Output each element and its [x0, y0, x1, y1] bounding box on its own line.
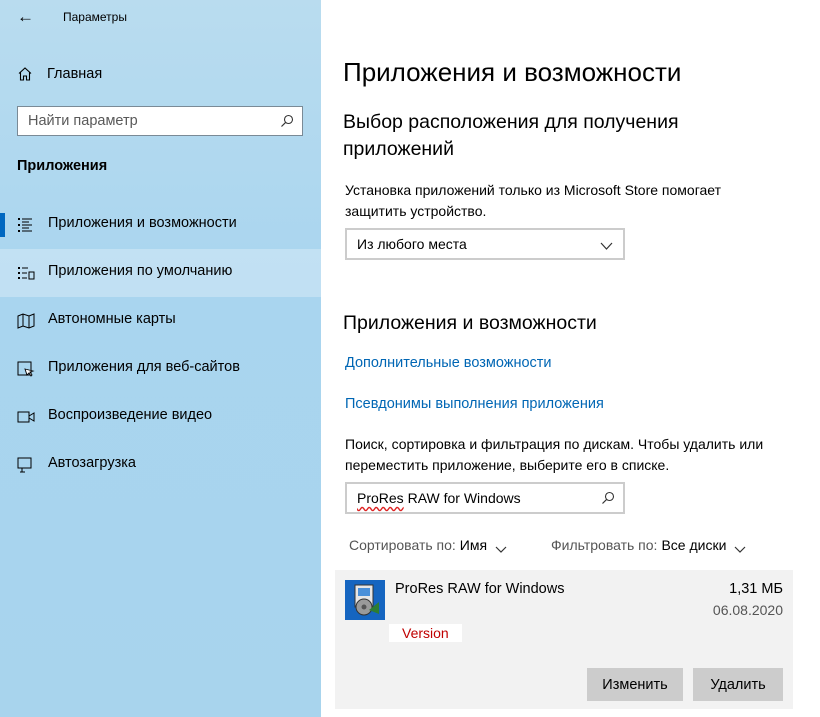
filter-value: Все диски: [661, 537, 727, 553]
sort-label: Сортировать по:: [349, 537, 456, 553]
sidebar-item-label: Приложения и возможности: [48, 215, 237, 231]
modify-button[interactable]: Изменить: [587, 668, 683, 701]
section-title: Приложения: [17, 158, 108, 174]
install-source-description-line2: защитить устройство.: [345, 203, 487, 219]
apps-list-icon: [17, 217, 35, 233]
video-icon: [17, 409, 35, 425]
sidebar-item-label: Автозагрузка: [48, 455, 136, 471]
app-execution-aliases-link[interactable]: Псевдонимы выполнения приложения: [345, 396, 604, 412]
sidebar-item-label: Приложения для веб-сайтов: [48, 359, 240, 375]
sidebar-item-apps-features[interactable]: Приложения и возможности: [0, 201, 321, 249]
sidebar-item-default-apps[interactable]: Приложения по умолчанию: [0, 249, 321, 297]
install-source-description-line1: Установка приложений только из Microsoft…: [345, 182, 722, 198]
map-icon: [17, 313, 35, 329]
filter-by-dropdown[interactable]: Фильтровать по: Все диски: [551, 537, 746, 553]
sidebar-item-video-playback[interactable]: Воспроизведение видео: [0, 393, 321, 441]
title-bar: ← Параметры: [0, 0, 321, 36]
web-apps-icon: [17, 361, 35, 377]
home-label: Главная: [47, 66, 103, 82]
app-size: 1,31 МБ: [729, 581, 783, 597]
search-icon: [601, 491, 615, 505]
sidebar-item-offline-maps[interactable]: Автономные карты: [0, 297, 321, 345]
install-source-heading-line2: приложений: [343, 138, 454, 160]
default-apps-icon: [17, 265, 35, 281]
apps-search-value: ProRes RAW for Windows: [357, 490, 521, 506]
apps-search-description-line2: переместить приложение, выберите его в с…: [345, 457, 670, 473]
sidebar-item-startup[interactable]: Автозагрузка: [0, 441, 321, 489]
apps-search-description-line1: Поиск, сортировка и фильтрация по дискам…: [345, 436, 764, 452]
optional-features-link[interactable]: Дополнительные возможности: [345, 355, 552, 371]
sort-value: Имя: [459, 537, 488, 553]
apps-search-input[interactable]: ProRes RAW for Windows: [345, 482, 625, 514]
chevron-down-icon: [600, 238, 613, 250]
installer-app-icon: [345, 580, 385, 620]
chevron-down-icon: [495, 541, 507, 553]
startup-icon: [17, 457, 35, 473]
sidebar-item-web-apps[interactable]: Приложения для веб-сайтов: [0, 345, 321, 393]
sidebar-item-label: Приложения по умолчанию: [48, 263, 233, 279]
search-placeholder: Найти параметр: [28, 113, 138, 129]
sort-by-dropdown[interactable]: Сортировать по: Имя: [349, 537, 507, 553]
home-link[interactable]: Главная: [17, 62, 102, 86]
back-arrow-icon[interactable]: ←: [17, 7, 34, 27]
install-source-heading-line1: Выбор расположения для получения: [343, 111, 679, 133]
install-source-dropdown[interactable]: Из любого места: [345, 228, 625, 260]
app-install-date: 06.08.2020: [712, 602, 783, 618]
app-version: Version: [389, 624, 462, 642]
page-title: Приложения и возможности: [343, 57, 682, 87]
filter-label: Фильтровать по:: [551, 537, 658, 553]
settings-search-input[interactable]: Найти параметр: [17, 106, 303, 136]
search-icon: [280, 114, 294, 128]
home-icon: [17, 66, 33, 82]
apps-features-heading: Приложения и возможности: [343, 312, 597, 334]
window-title: Параметры: [63, 10, 127, 24]
sidebar: ← Параметры Главная Найти параметр Прило…: [0, 0, 321, 717]
sidebar-item-label: Воспроизведение видео: [48, 407, 213, 423]
chevron-down-icon: [734, 541, 746, 553]
sidebar-item-label: Автономные карты: [48, 311, 176, 327]
dropdown-value: Из любого места: [357, 236, 467, 252]
uninstall-button[interactable]: Удалить: [693, 668, 783, 701]
app-name: ProRes RAW for Windows: [395, 581, 565, 597]
